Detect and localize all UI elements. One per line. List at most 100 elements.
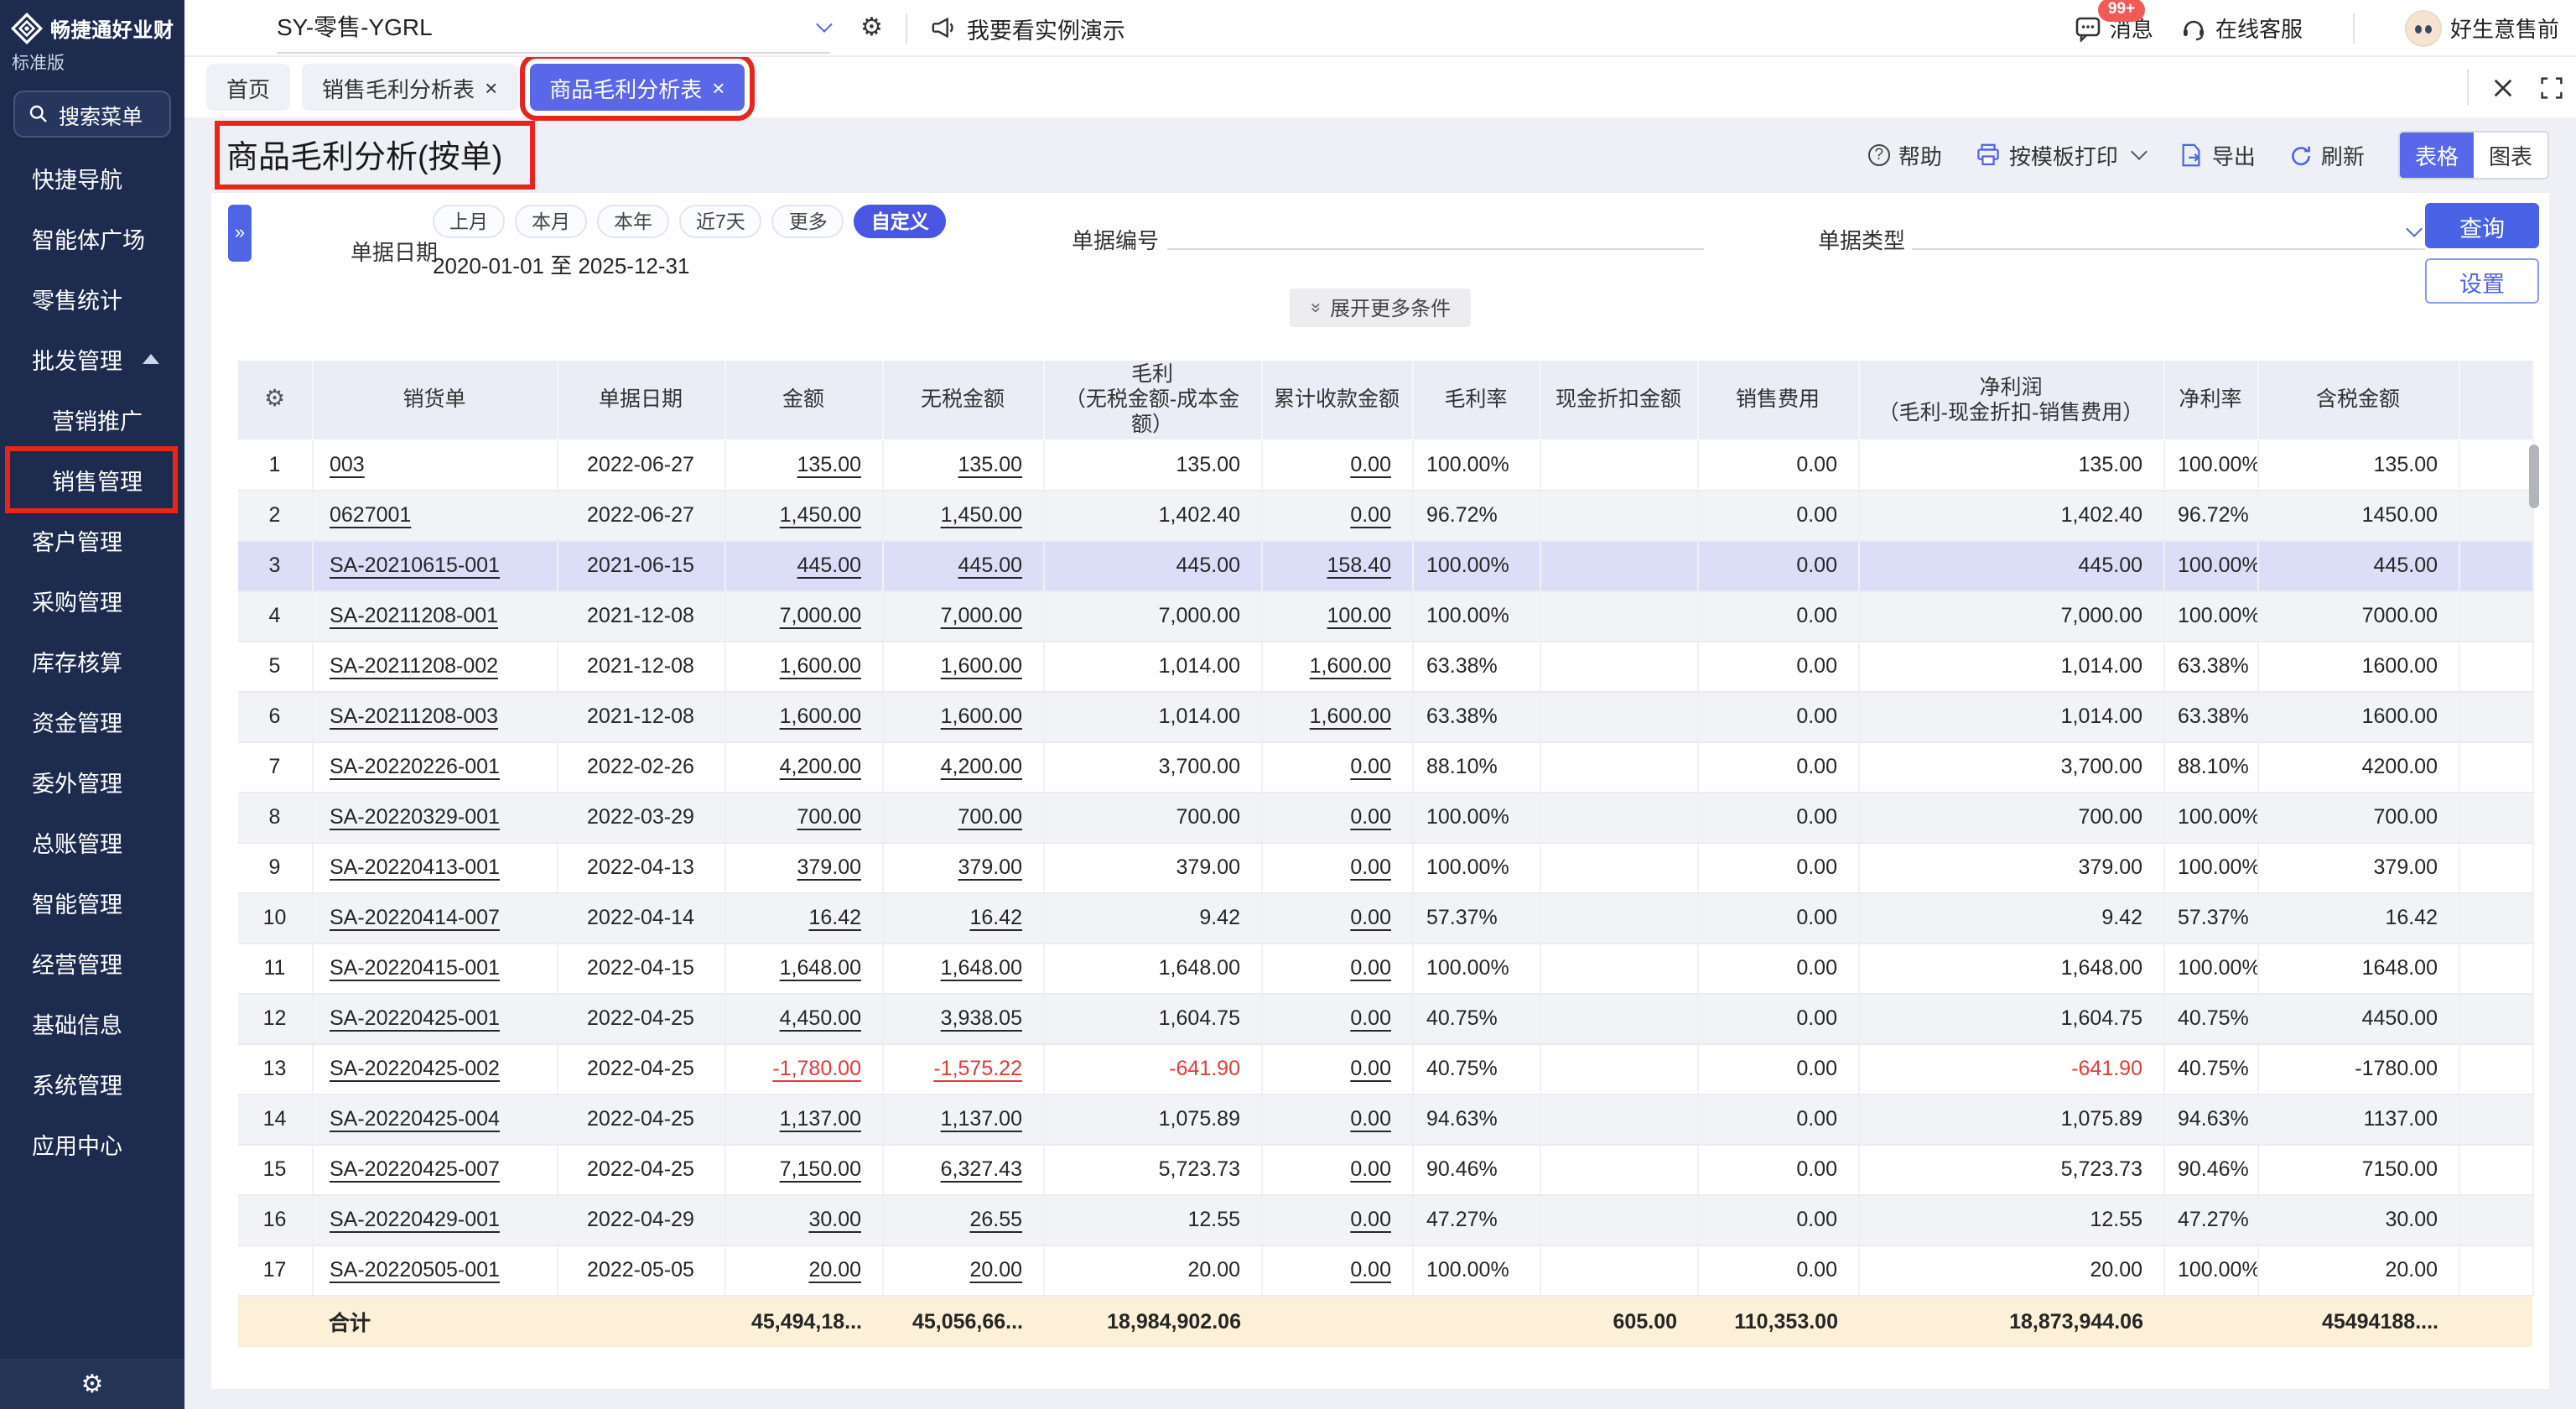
- settings-button[interactable]: 设置: [2425, 258, 2539, 304]
- cell-untaxed[interactable]: 135.00: [882, 439, 1043, 490]
- sidebar-item[interactable]: 智能体广场: [0, 208, 184, 268]
- table-row[interactable]: 15SA-20220425-0072022-04-257,150.006,327…: [238, 1144, 2532, 1194]
- cell-order[interactable]: SA-20220429-001: [312, 1194, 557, 1245]
- table-row[interactable]: 10032022-06-27135.00135.00135.000.00100.…: [238, 439, 2532, 490]
- cell-received[interactable]: 0.00: [1261, 842, 1412, 892]
- cell-untaxed[interactable]: 1,600.00: [882, 641, 1043, 691]
- user-menu[interactable]: 好生意售前: [2405, 9, 2559, 46]
- cell-amount[interactable]: 379.00: [724, 842, 882, 892]
- sidebar-item[interactable]: 基础信息: [0, 993, 184, 1053]
- cell-order[interactable]: SA-20211208-002: [312, 641, 557, 691]
- cell-amount[interactable]: 7,000.00: [724, 590, 882, 641]
- cell-order[interactable]: 0627001: [312, 490, 557, 540]
- support-button[interactable]: 在线客服: [2180, 12, 2303, 44]
- cell-untaxed[interactable]: 3,938.05: [882, 993, 1043, 1043]
- sidebar-item[interactable]: 营销推广: [0, 389, 184, 450]
- cell-received[interactable]: 0.00: [1261, 490, 1412, 540]
- cell-amount[interactable]: 445.00: [724, 540, 882, 590]
- cell-order[interactable]: SA-20220415-001: [312, 943, 557, 993]
- cell-amount[interactable]: 7,150.00: [724, 1144, 882, 1194]
- table-row[interactable]: 14SA-20220425-0042022-04-251,137.001,137…: [238, 1094, 2532, 1144]
- table-row[interactable]: 10SA-20220414-0072022-04-1416.4216.429.4…: [238, 892, 2532, 943]
- export-button[interactable]: 导出: [2179, 139, 2256, 171]
- sidebar-item[interactable]: 快捷导航: [0, 148, 184, 208]
- cell-order[interactable]: SA-20211208-001: [312, 590, 557, 641]
- table-row[interactable]: 9SA-20220413-0012022-04-13379.00379.0037…: [238, 842, 2532, 892]
- vertical-scrollbar-thumb[interactable]: [2529, 445, 2539, 508]
- cell-received[interactable]: 0.00: [1261, 993, 1412, 1043]
- sidebar-item[interactable]: 经营管理: [0, 933, 184, 993]
- doc-type-select[interactable]: [1912, 210, 2425, 250]
- tab-close-icon[interactable]: ×: [485, 76, 497, 98]
- collapse-filter-button[interactable]: »: [228, 205, 252, 262]
- date-preset-pill[interactable]: 本年: [597, 205, 669, 238]
- cell-untaxed[interactable]: 16.42: [882, 892, 1043, 943]
- help-button[interactable]: ? 帮助: [1868, 139, 1942, 171]
- cell-received[interactable]: 158.40: [1261, 540, 1412, 590]
- cell-amount[interactable]: 135.00: [724, 439, 882, 490]
- cell-untaxed[interactable]: 20.00: [882, 1245, 1043, 1295]
- sidebar-item[interactable]: 委外管理: [0, 751, 184, 812]
- sidebar-item[interactable]: 库存核算: [0, 631, 184, 691]
- tab-close-icon[interactable]: ×: [712, 76, 724, 98]
- cell-amount[interactable]: 1,450.00: [724, 490, 882, 540]
- table-row[interactable]: 7SA-20220226-0012022-02-264,200.004,200.…: [238, 741, 2532, 792]
- cell-amount[interactable]: 1,600.00: [724, 641, 882, 691]
- table-row[interactable]: 206270012022-06-271,450.001,450.001,402.…: [238, 490, 2532, 540]
- cell-order[interactable]: SA-20220329-001: [312, 792, 557, 842]
- settings-gear-icon[interactable]: ⚙: [81, 1371, 104, 1396]
- cell-order[interactable]: SA-20220414-007: [312, 892, 557, 943]
- cell-amount[interactable]: 1,600.00: [724, 691, 882, 741]
- cell-received[interactable]: 0.00: [1261, 1144, 1412, 1194]
- date-preset-pill[interactable]: 近7天: [679, 205, 762, 238]
- cell-amount[interactable]: 16.42: [724, 892, 882, 943]
- date-preset-pill[interactable]: 本月: [515, 205, 587, 238]
- table-row[interactable]: 11SA-20220415-0012022-04-151,648.001,648…: [238, 943, 2532, 993]
- refresh-button[interactable]: 刷新: [2289, 139, 2365, 171]
- table-row[interactable]: 12SA-20220425-0012022-04-254,450.003,938…: [238, 993, 2532, 1043]
- cell-untaxed[interactable]: 6,327.43: [882, 1144, 1043, 1194]
- sidebar-item[interactable]: 销售管理: [0, 450, 184, 510]
- fullscreen-icon[interactable]: [2541, 76, 2563, 98]
- cell-order[interactable]: SA-20220425-007: [312, 1144, 557, 1194]
- table-row[interactable]: 17SA-20220505-0012022-05-0520.0020.0020.…: [238, 1245, 2532, 1295]
- tab[interactable]: 商品毛利分析表×: [529, 64, 745, 111]
- cell-amount[interactable]: 20.00: [724, 1245, 882, 1295]
- cell-amount[interactable]: 1,648.00: [724, 943, 882, 993]
- table-row[interactable]: 13SA-20220425-0022022-04-25-1,780.00-1,5…: [238, 1043, 2532, 1094]
- sidebar-item[interactable]: 批发管理: [0, 329, 184, 389]
- cell-untaxed[interactable]: 1,450.00: [882, 490, 1043, 540]
- tab[interactable]: 首页: [206, 64, 290, 111]
- cell-amount[interactable]: 4,450.00: [724, 993, 882, 1043]
- table-row[interactable]: 3SA-20210615-0012021-06-15445.00445.0044…: [238, 540, 2532, 590]
- cell-order[interactable]: SA-20220425-002: [312, 1043, 557, 1094]
- sidebar-item[interactable]: 系统管理: [0, 1053, 184, 1114]
- cell-amount[interactable]: 700.00: [724, 792, 882, 842]
- cell-untaxed[interactable]: 1,648.00: [882, 943, 1043, 993]
- cell-received[interactable]: 100.00: [1261, 590, 1412, 641]
- cell-order[interactable]: SA-20220505-001: [312, 1245, 557, 1295]
- cell-amount[interactable]: 4,200.00: [724, 741, 882, 792]
- view-chart-button[interactable]: 图表: [2474, 133, 2547, 178]
- sidebar-item[interactable]: 资金管理: [0, 691, 184, 751]
- sidebar-item[interactable]: 客户管理: [0, 510, 184, 570]
- cell-received[interactable]: 0.00: [1261, 1194, 1412, 1245]
- cell-received[interactable]: 0.00: [1261, 439, 1412, 490]
- column-settings-header[interactable]: ⚙: [238, 361, 312, 439]
- sidebar-item[interactable]: 智能管理: [0, 872, 184, 933]
- tab[interactable]: 销售毛利分析表×: [302, 64, 517, 111]
- cell-order[interactable]: SA-20220413-001: [312, 842, 557, 892]
- cell-untaxed[interactable]: 7,000.00: [882, 590, 1043, 641]
- cell-untaxed[interactable]: 1,137.00: [882, 1094, 1043, 1144]
- search-button[interactable]: 查询: [2425, 203, 2539, 248]
- cell-untaxed[interactable]: 700.00: [882, 792, 1043, 842]
- cell-untaxed[interactable]: 445.00: [882, 540, 1043, 590]
- date-preset-custom[interactable]: 自定义: [854, 205, 946, 238]
- cell-order[interactable]: SA-20220425-001: [312, 993, 557, 1043]
- sidebar-item[interactable]: 应用中心: [0, 1114, 184, 1174]
- date-preset-pill[interactable]: 更多: [772, 205, 844, 238]
- cell-received[interactable]: 0.00: [1261, 943, 1412, 993]
- expand-more-button[interactable]: » 展开更多条件: [1290, 289, 1471, 327]
- table-row[interactable]: 6SA-20211208-0032021-12-081,600.001,600.…: [238, 691, 2532, 741]
- view-table-button[interactable]: 表格: [2400, 133, 2474, 178]
